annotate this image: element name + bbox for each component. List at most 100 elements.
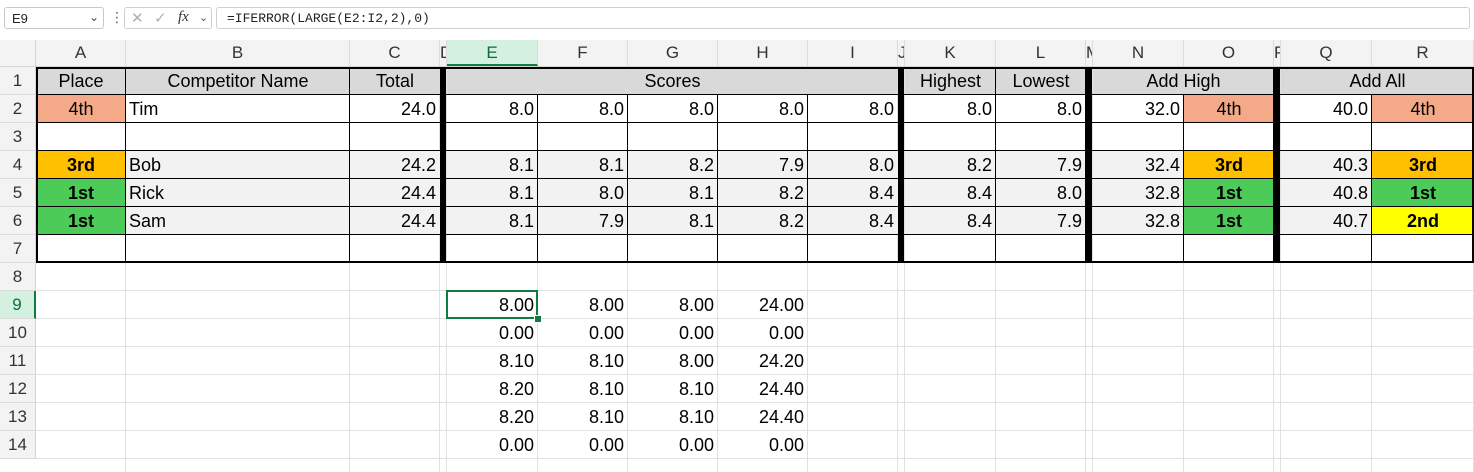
column-header-m[interactable]: M <box>1086 40 1093 66</box>
row-header-5[interactable]: 5 <box>0 179 36 207</box>
column-header-b[interactable]: B <box>126 40 350 66</box>
column-header-n[interactable]: N <box>1093 40 1184 66</box>
total-cell[interactable]: 24.4 <box>350 179 440 207</box>
calc-cell[interactable]: 0.00 <box>447 319 538 347</box>
header-lowest[interactable]: Lowest <box>996 67 1086 95</box>
calc-cell[interactable]: 8.00 <box>538 291 628 319</box>
calc-cell[interactable]: 8.00 <box>628 291 718 319</box>
chevron-down-icon[interactable]: ⌄ <box>199 11 208 24</box>
add-high-rank-cell[interactable]: 3rd <box>1184 151 1274 179</box>
more-options-icon[interactable]: ⋮ <box>110 9 124 26</box>
calc-cell[interactable]: 8.20 <box>447 403 538 431</box>
calc-cell[interactable]: 0.00 <box>718 431 808 459</box>
competitor-name-cell[interactable]: Tim <box>126 95 350 123</box>
calc-cell[interactable]: 8.10 <box>447 347 538 375</box>
add-all-rank-cell[interactable]: 3rd <box>1372 151 1474 179</box>
add-high-cell[interactable]: 32.0 <box>1093 95 1184 123</box>
score-cell[interactable]: 7.9 <box>718 151 808 179</box>
score-cell[interactable]: 8.0 <box>718 95 808 123</box>
calc-cell[interactable]: 0.00 <box>447 431 538 459</box>
place-cell[interactable]: 1st <box>36 179 126 207</box>
calc-cell[interactable]: 24.20 <box>718 347 808 375</box>
score-cell[interactable]: 8.1 <box>538 151 628 179</box>
header-add-all[interactable]: Add All <box>1281 67 1474 95</box>
header-name[interactable]: Competitor Name <box>126 67 350 95</box>
insert-function-icon[interactable]: fx <box>178 9 189 26</box>
competitor-name-cell[interactable]: Rick <box>126 179 350 207</box>
column-header-h[interactable]: H <box>718 40 808 66</box>
score-cell[interactable]: 8.0 <box>808 151 898 179</box>
cancel-icon[interactable]: ✕ <box>131 9 144 27</box>
header-highest[interactable]: Highest <box>905 67 996 95</box>
lowest-cell[interactable]: 7.9 <box>996 207 1086 235</box>
highest-cell[interactable]: 8.4 <box>905 179 996 207</box>
score-cell[interactable]: 8.0 <box>538 95 628 123</box>
calc-cell[interactable]: 0.00 <box>628 431 718 459</box>
header-scores[interactable]: Scores <box>447 67 898 95</box>
column-header-f[interactable]: F <box>538 40 628 66</box>
total-cell[interactable]: 24.0 <box>350 95 440 123</box>
chevron-down-icon[interactable]: ⌄ <box>89 10 99 24</box>
calc-cell[interactable]: 8.10 <box>538 375 628 403</box>
add-all-cell[interactable]: 40.3 <box>1281 151 1372 179</box>
column-header-o[interactable]: O <box>1184 40 1274 66</box>
calc-cell[interactable]: 0.00 <box>538 319 628 347</box>
lowest-cell[interactable]: 7.9 <box>996 151 1086 179</box>
calc-cell[interactable]: 8.20 <box>447 375 538 403</box>
score-cell[interactable]: 8.4 <box>808 207 898 235</box>
row-header-3[interactable]: 3 <box>0 123 36 151</box>
column-header-i[interactable]: I <box>808 40 898 66</box>
formula-input[interactable]: =IFERROR(LARGE(E2:I2,2),0) <box>216 7 1470 29</box>
column-header-q[interactable]: Q <box>1281 40 1372 66</box>
score-cell[interactable]: 8.0 <box>808 95 898 123</box>
column-header-a[interactable]: A <box>36 40 126 66</box>
total-cell[interactable]: 24.2 <box>350 151 440 179</box>
column-header-g[interactable]: G <box>628 40 718 66</box>
calc-cell[interactable]: 8.00 <box>628 347 718 375</box>
calc-cell[interactable]: 24.40 <box>718 375 808 403</box>
add-all-rank-cell[interactable]: 1st <box>1372 179 1474 207</box>
score-cell[interactable]: 8.0 <box>628 95 718 123</box>
row-header-6[interactable]: 6 <box>0 207 36 235</box>
calc-cell[interactable]: 0.00 <box>538 431 628 459</box>
header-place[interactable]: Place <box>36 67 126 95</box>
column-header-j[interactable]: J <box>898 40 905 66</box>
add-high-cell[interactable]: 32.8 <box>1093 207 1184 235</box>
add-all-cell[interactable]: 40.8 <box>1281 179 1372 207</box>
calc-cell[interactable]: 0.00 <box>628 319 718 347</box>
score-cell[interactable]: 8.0 <box>447 95 538 123</box>
score-cell[interactable]: 8.4 <box>808 179 898 207</box>
score-cell[interactable]: 8.1 <box>447 151 538 179</box>
place-cell[interactable]: 1st <box>36 207 126 235</box>
row-header-13[interactable]: 13 <box>0 403 36 431</box>
row-header-10[interactable]: 10 <box>0 319 36 347</box>
competitor-name-cell[interactable]: Bob <box>126 151 350 179</box>
score-cell[interactable]: 8.1 <box>628 179 718 207</box>
score-cell[interactable]: 8.2 <box>718 207 808 235</box>
calc-cell[interactable]: 8.10 <box>628 403 718 431</box>
column-header-c[interactable]: C <box>350 40 440 66</box>
column-header-d[interactable]: D <box>440 40 447 66</box>
highest-cell[interactable]: 8.2 <box>905 151 996 179</box>
add-all-rank-cell[interactable]: 4th <box>1372 95 1474 123</box>
spreadsheet-grid[interactable]: Place Competitor Name Total Scores Highest Lo… <box>36 67 1474 472</box>
row-header-8[interactable]: 8 <box>0 263 36 291</box>
calc-cell[interactable]: 24.40 <box>718 403 808 431</box>
lowest-cell[interactable]: 8.0 <box>996 179 1086 207</box>
place-cell[interactable]: 3rd <box>36 151 126 179</box>
place-cell[interactable]: 4th <box>36 95 126 123</box>
add-all-cell[interactable]: 40.0 <box>1281 95 1372 123</box>
header-total[interactable]: Total <box>350 67 440 95</box>
score-cell[interactable]: 8.2 <box>718 179 808 207</box>
column-header-l[interactable]: L <box>996 40 1086 66</box>
column-header-r[interactable]: R <box>1372 40 1474 66</box>
row-header-1[interactable]: 1 <box>0 67 36 95</box>
column-header-e[interactable]: E <box>447 40 538 66</box>
score-cell[interactable]: 8.2 <box>628 151 718 179</box>
add-high-rank-cell[interactable]: 1st <box>1184 179 1274 207</box>
competitor-name-cell[interactable]: Sam <box>126 207 350 235</box>
calc-cell[interactable]: 24.00 <box>718 291 808 319</box>
score-cell[interactable]: 8.0 <box>538 179 628 207</box>
score-cell[interactable]: 8.1 <box>447 207 538 235</box>
calc-cell[interactable]: 0.00 <box>718 319 808 347</box>
